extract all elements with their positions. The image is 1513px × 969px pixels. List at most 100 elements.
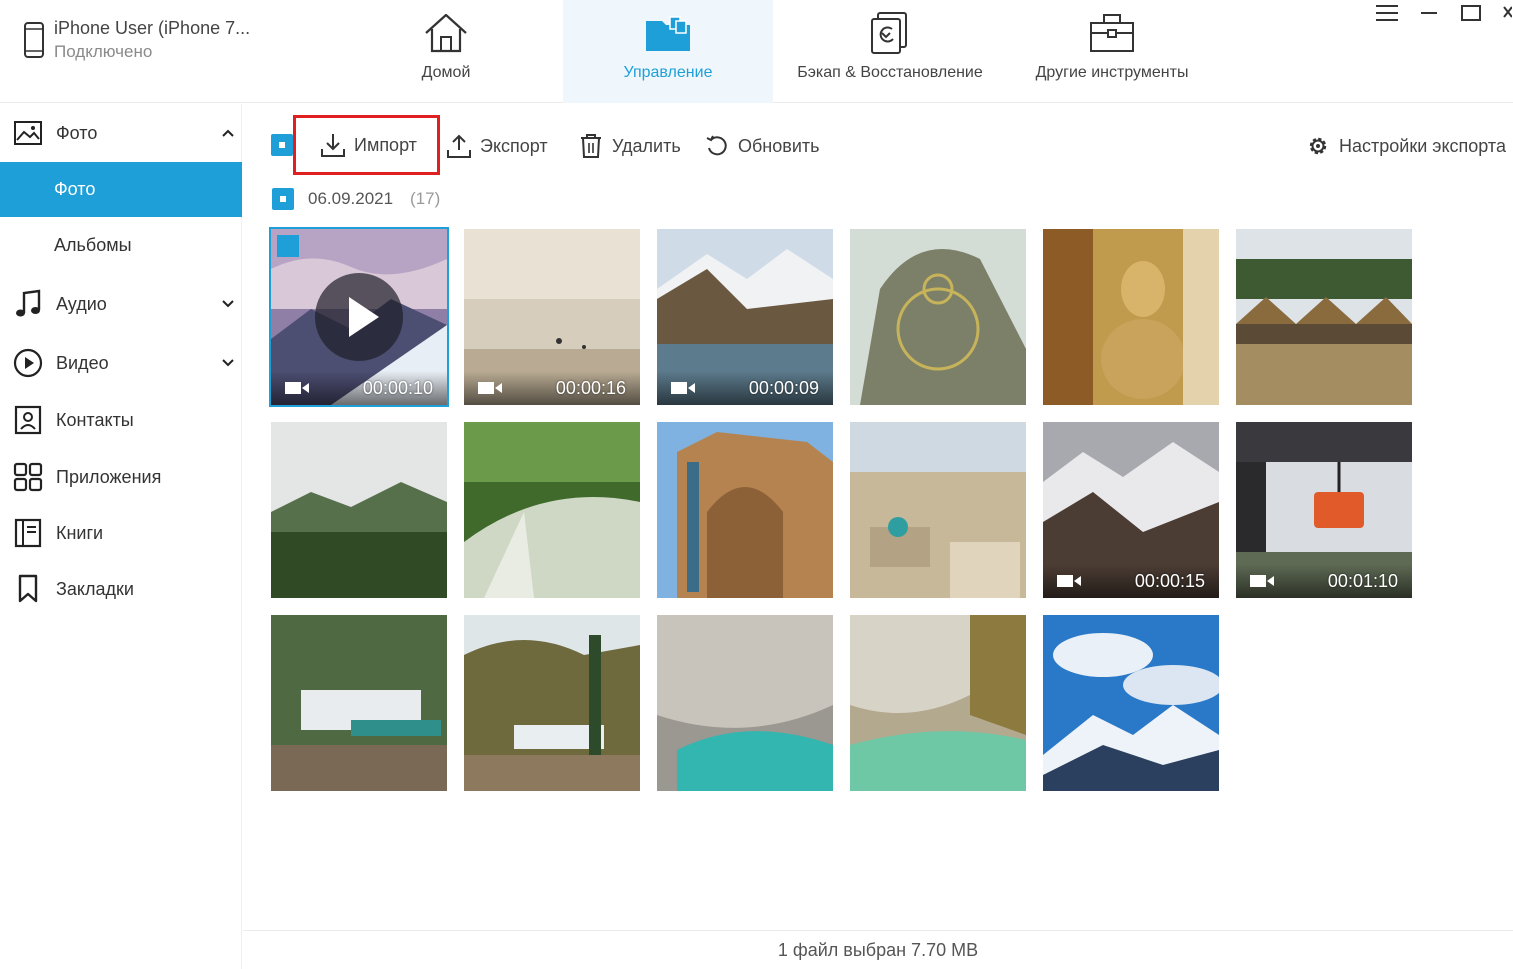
upload-icon [446,133,472,159]
tab-manage-label: Управление [623,64,713,81]
video-duration: 00:00:16 [555,378,626,398]
export-button[interactable]: Экспорт [446,118,548,174]
date-group-checkbox[interactable] [272,188,294,210]
menu-button[interactable] [1369,0,1405,26]
refresh-icon [704,133,730,159]
refresh-label: Обновить [738,135,820,156]
photo-thumb[interactable] [464,615,640,791]
sidebar-item-audio-label: Аудио [56,293,107,314]
tab-backup-restore[interactable]: Бэкап & Восстановление [785,0,995,103]
photo-thumb[interactable] [1043,229,1219,405]
backup-restore-icon [871,12,907,54]
video-camera-icon [1057,575,1081,587]
photo-thumb[interactable] [271,615,447,791]
tab-manage[interactable]: Управление [563,0,773,103]
close-button[interactable] [1490,0,1513,26]
chevron-down-icon [222,300,234,308]
status-bar: 1 файл выбран 7.70 MB [243,930,1513,969]
bookmark-icon [12,573,44,605]
tab-backup-restore-label: Бэкап & Восстановление [797,64,983,81]
delete-button[interactable]: Удалить [578,118,681,174]
minimize-icon [1421,12,1437,14]
tab-home-label: Домой [421,64,471,81]
select-all-checkbox[interactable] [271,134,293,156]
tab-home[interactable]: Домой [380,0,512,103]
menu-icon [1376,5,1398,21]
sidebar-item-photo-sub-label: Фото [54,179,96,199]
sidebar-item-contacts-label: Контакты [56,409,134,430]
video-camera-icon [671,382,695,394]
photo-thumb[interactable]: 00:01:10 [1236,422,1412,598]
video-camera-icon [285,382,309,394]
sidebar-item-photo[interactable]: Фото [0,105,242,161]
sidebar-item-books[interactable]: Книги [0,505,242,561]
trash-icon [578,133,604,159]
photo-thumb[interactable] [850,229,1026,405]
date-group-count: (17) [410,189,441,208]
import-label: Импорт [354,134,417,155]
tab-other-tools[interactable]: Другие инструменты [1022,0,1202,103]
photo-thumb[interactable] [850,615,1026,791]
sidebar-item-video-label: Видео [56,352,109,373]
sidebar-item-photo-sub[interactable]: Фото [0,162,242,217]
photo-thumb[interactable] [850,422,1026,598]
photo-thumb[interactable] [657,615,833,791]
video-duration: 00:00:10 [362,378,433,398]
video-duration: 00:00:09 [748,378,819,398]
photo-thumb[interactable] [1236,229,1412,405]
maximize-icon [1461,5,1481,21]
import-button[interactable]: Импорт [293,115,440,175]
photo-thumb[interactable] [657,422,833,598]
video-camera-icon [478,382,502,394]
device-info[interactable]: iPhone User (iPhone 7... Подключено [22,18,250,62]
sidebar: Фото Фото Альбомы Аудио Видео Контакты П… [0,104,242,969]
sidebar-item-albums-label: Альбомы [54,235,132,255]
device-name: iPhone User (iPhone 7... [54,18,251,38]
contact-icon [12,404,44,436]
photo-thumb[interactable]: 00:00:09 [657,229,833,405]
sidebar-item-video[interactable]: Видео [0,335,242,391]
sidebar-item-contacts[interactable]: Контакты [0,392,242,448]
maximize-button[interactable] [1453,0,1489,26]
photo-thumb[interactable] [271,422,447,598]
export-settings-button[interactable]: Настройки экспорта [1305,118,1506,174]
video-duration: 00:01:10 [1327,571,1398,591]
status-text: 1 файл выбран 7.70 MB [777,939,979,960]
photo-thumb[interactable]: 00:00:16 [464,229,640,405]
folder-icon [646,16,690,51]
sidebar-item-bookmarks[interactable]: Закладки [0,561,242,617]
video-duration: 00:00:15 [1134,571,1205,591]
sidebar-item-apps-label: Приложения [56,466,162,487]
export-settings-label: Настройки экспорта [1339,135,1506,156]
selected-check-icon [277,235,299,257]
phone-icon [24,22,44,58]
apps-grid-icon [12,461,44,493]
sidebar-item-apps[interactable]: Приложения [0,449,242,505]
music-note-icon [12,288,44,320]
toolbox-icon [1090,14,1134,52]
sidebar-item-photo-label: Фото [56,122,98,143]
gear-icon [1305,133,1331,159]
delete-label: Удалить [612,135,681,156]
home-icon [425,13,467,53]
photo-thumb[interactable]: 00:00:15 [1043,422,1219,598]
refresh-button[interactable]: Обновить [704,118,820,174]
export-label: Экспорт [480,135,548,156]
photo-thumb[interactable] [1043,615,1219,791]
chevron-down-icon [222,359,234,367]
sidebar-item-audio[interactable]: Аудио [0,276,242,332]
close-icon [1502,6,1512,18]
photo-thumb[interactable]: 00:00:10 [269,227,449,407]
photo-icon [12,117,44,149]
sidebar-item-albums[interactable]: Альбомы [0,218,242,273]
minimize-button[interactable] [1411,0,1447,26]
device-status: Подключено [54,42,153,61]
sidebar-item-bookmarks-label: Закладки [56,578,134,599]
toolbar: Импорт Экспорт Удалить Обновить Настройк… [243,104,1513,184]
video-camera-icon [1250,575,1274,587]
play-icon [315,273,403,361]
photo-thumb[interactable] [464,422,640,598]
book-icon [12,517,44,549]
top-bar: iPhone User (iPhone 7... Подключено Домо… [0,0,1513,103]
play-circle-icon [12,347,44,379]
